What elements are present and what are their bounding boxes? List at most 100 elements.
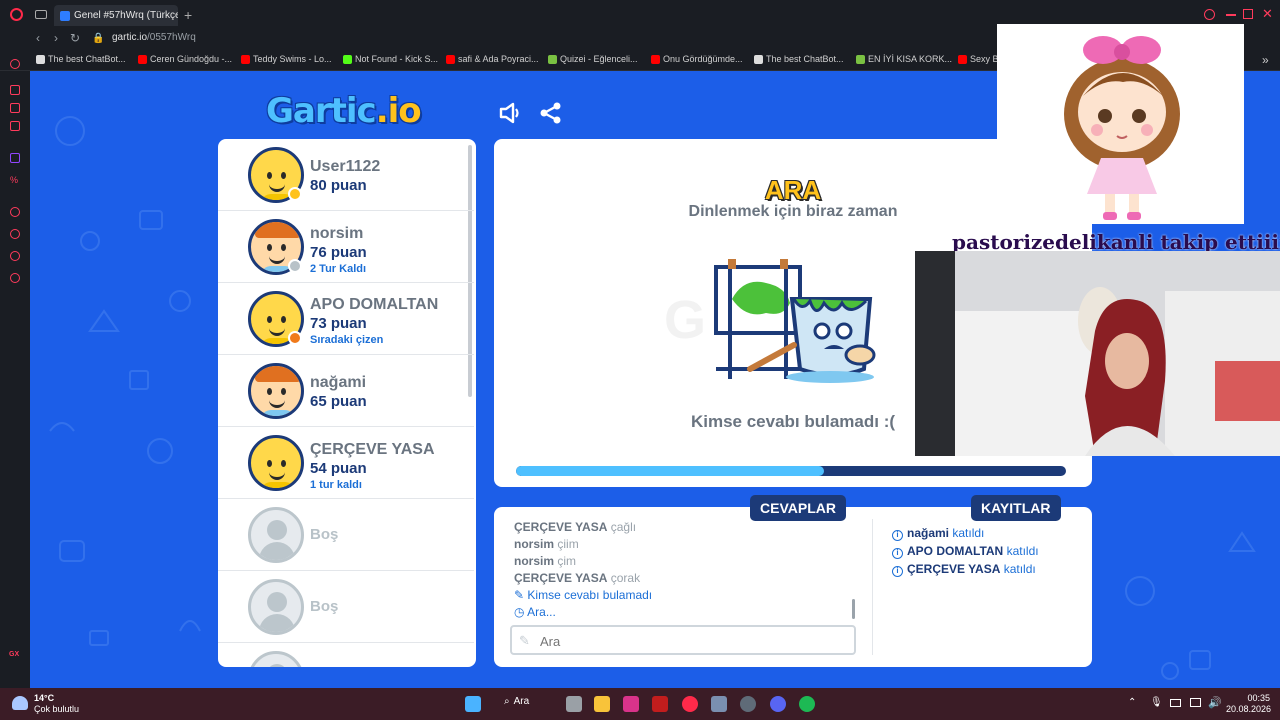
logs-tab[interactable]: KAYITLAR <box>971 495 1061 521</box>
temperature: 14°C <box>34 693 55 703</box>
player-row: norsim 76 puan 2 Tur Kaldı <box>218 211 474 283</box>
bookmark[interactable]: Sexy B <box>958 54 999 64</box>
speed-dial-icon[interactable] <box>10 59 20 69</box>
player-row: User1122 80 puan <box>218 139 474 211</box>
search-tabs-icon[interactable] <box>1204 9 1215 20</box>
back-icon[interactable]: ‹ <box>36 31 40 45</box>
bookmark[interactable]: EN İYİ KISA KORK... <box>856 54 952 64</box>
start-icon[interactable] <box>465 696 481 712</box>
new-tab-button[interactable]: + <box>184 7 192 23</box>
red-app-icon[interactable] <box>652 696 668 712</box>
player-points: 54 puan <box>310 460 367 477</box>
kick-icon <box>343 54 352 64</box>
twitch-icon[interactable] <box>10 153 20 163</box>
player-icon[interactable] <box>10 207 20 217</box>
bookmarks-overflow-icon[interactable]: » <box>1262 53 1269 67</box>
player-avatar <box>248 363 304 419</box>
forward-icon[interactable]: › <box>54 31 58 45</box>
bookmark-label: Quizei - Eğlenceli... <box>560 54 638 64</box>
gx-icon[interactable]: GX <box>9 651 19 658</box>
gartic-favicon-icon <box>60 10 70 21</box>
players-panel: User1122 80 puan norsim 76 puan 2 Tur Ka… <box>218 139 476 667</box>
tab-island-icon[interactable] <box>35 10 47 19</box>
tray-chevron-icon[interactable]: ⌃ <box>1128 697 1136 708</box>
bookmark[interactable]: Not Found - Kick S... <box>343 54 438 64</box>
tab-gartic[interactable]: Genel #57hWrq (Türkçe) - G <box>54 5 178 26</box>
reload-icon[interactable]: ↻ <box>70 31 80 45</box>
logo-suffix: .io <box>375 91 422 131</box>
volume-icon[interactable]: 🔊 <box>1208 696 1222 709</box>
app-icon[interactable] <box>711 696 727 712</box>
extensions-icon[interactable] <box>10 251 20 261</box>
log-user: nağami <box>907 526 950 540</box>
opera-gx-logo-icon[interactable] <box>10 8 23 21</box>
bookmark[interactable]: safi & Ada Poyraci... <box>446 54 539 64</box>
log-text: katıldı <box>1003 562 1036 576</box>
player-avatar <box>248 435 304 491</box>
log-text: katıldı <box>952 526 985 540</box>
spotify-icon[interactable] <box>799 696 815 712</box>
maximize-icon[interactable] <box>1243 9 1253 19</box>
bookmark-label: Teddy Swims - Lo... <box>253 54 332 64</box>
history-icon[interactable] <box>10 229 20 239</box>
chat-message: ÇERÇEVE YASA çorak <box>514 571 640 585</box>
messenger-icon[interactable] <box>10 85 20 95</box>
sound-icon[interactable] <box>498 101 524 125</box>
weather-widget[interactable]: 14°C Çok bulutlu <box>34 693 79 715</box>
microphone-icon[interactable]: 🎙 <box>1150 697 1163 708</box>
bookmark[interactable]: Quizei - Eğlenceli... <box>548 54 638 64</box>
taskbar-search[interactable]: ⌕ Ara <box>504 696 529 707</box>
file-explorer-icon[interactable] <box>594 696 610 712</box>
log-text: katıldı <box>1006 544 1039 558</box>
bookmark-label: EN İYİ KISA KORK... <box>868 54 953 64</box>
youtube-icon <box>446 54 455 64</box>
lock-icon: 🔒 <box>92 33 105 44</box>
instagram-app-icon[interactable] <box>623 696 639 712</box>
url-field[interactable]: gartic.io/0557hWrq <box>112 32 196 43</box>
share-icon[interactable] <box>538 101 564 125</box>
minimize-icon[interactable] <box>1226 14 1236 16</box>
windows-taskbar: 14°C Çok bulutlu ⌕ Ara ⌃ 🎙 🔊 00:35 20.08.… <box>0 688 1280 720</box>
webcam-overlay <box>915 251 1280 456</box>
player-points: 73 puan <box>310 315 367 332</box>
gx-corner-icon[interactable] <box>10 121 20 131</box>
youtube-icon <box>958 54 967 64</box>
obs-icon[interactable] <box>740 696 756 712</box>
empty-avatar-icon <box>248 651 304 667</box>
pencil-icon: ✎ <box>519 633 530 648</box>
follow-alert-banner: pastorizedelikanli takip ettiiiiii <box>952 224 1280 254</box>
bookmark[interactable]: Ceren Gündoğdu -... <box>138 54 232 64</box>
chat-text: çim <box>557 554 577 568</box>
status-badge <box>288 259 302 273</box>
task-view-icon[interactable] <box>566 696 582 712</box>
clock[interactable]: 00:35 20.08.2026 <box>1226 693 1271 715</box>
bookmark-label: Onu Gördüğümde... <box>663 54 743 64</box>
bookmark[interactable]: Teddy Swims - Lo... <box>241 54 332 64</box>
keyboard-icon[interactable] <box>1170 699 1181 707</box>
instagram-icon[interactable] <box>10 103 20 113</box>
answers-tab[interactable]: CEVAPLAR <box>750 495 846 521</box>
answer-input-box: ✎ <box>510 625 856 655</box>
network-icon[interactable] <box>1190 698 1201 707</box>
system-text: Ara... <box>527 605 556 619</box>
empty-avatar-icon <box>248 507 304 563</box>
bookmark[interactable]: The best ChatBot... <box>754 54 844 64</box>
opera-gx-taskbar-icon[interactable] <box>682 696 698 712</box>
discord-icon[interactable] <box>770 696 786 712</box>
percent-icon[interactable]: % <box>10 175 20 185</box>
settings-icon[interactable] <box>10 273 20 283</box>
close-window-icon[interactable]: ✕ <box>1262 6 1273 22</box>
chat-message: ÇERÇEVE YASA çağlı <box>514 520 636 534</box>
chat-text: çiim <box>557 537 579 551</box>
player-points: 76 puan <box>310 244 367 261</box>
system-message: ✎ Kimse cevabı bulamadı <box>514 588 652 602</box>
bookmark-label: The best ChatBot... <box>766 54 844 64</box>
panel-divider <box>872 519 873 655</box>
bookmark[interactable]: The best ChatBot... <box>36 54 126 64</box>
pencil-icon: ✎ <box>514 588 525 602</box>
chat-scrollbar[interactable] <box>852 599 855 619</box>
bookmark[interactable]: Onu Gördüğümde... <box>651 54 743 64</box>
status-badge <box>288 331 302 345</box>
weather-cloud-icon <box>12 696 28 710</box>
answer-input[interactable] <box>540 631 840 651</box>
